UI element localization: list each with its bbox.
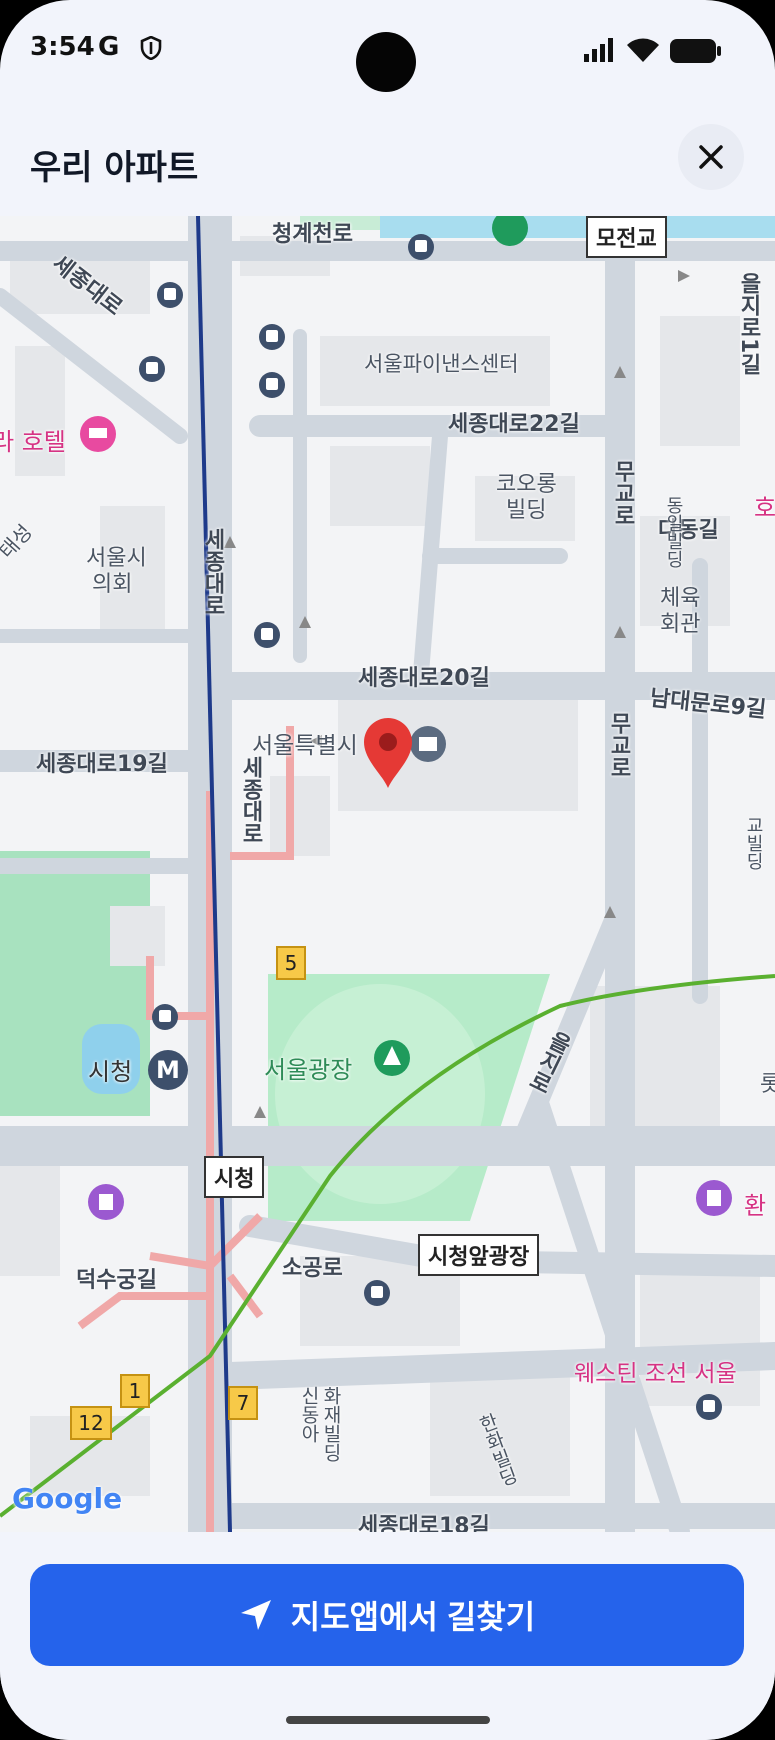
location-pin-icon	[364, 718, 412, 788]
government-pin-icon	[410, 726, 446, 762]
bus-stop-icon	[696, 1394, 722, 1420]
park-pin-icon	[492, 216, 528, 246]
map-label: 롯	[760, 1072, 775, 1097]
map-label: 서울특별시	[252, 733, 358, 759]
map-label: 을지로1길	[736, 272, 761, 376]
page-title: 우리 아파트	[30, 148, 199, 188]
directions-button[interactable]: 지도앱에서 길찾기	[30, 1564, 744, 1666]
svg-text:M: M	[156, 1056, 180, 1084]
home-indicator	[286, 1716, 490, 1724]
stream	[380, 216, 775, 238]
landmark-pin-icon	[88, 1184, 124, 1220]
map-label: 덕수궁길	[76, 1268, 157, 1293]
close-button[interactable]	[678, 124, 744, 190]
bus-stop-icon	[408, 234, 434, 260]
map-label: 회관	[660, 612, 701, 637]
map-label: 청계천로	[272, 222, 353, 247]
directions-button-label: 지도앱에서 길찾기	[290, 1599, 536, 1635]
bus-stop-icon	[152, 1004, 178, 1030]
google-logo: Google	[12, 1482, 123, 1515]
phone-screen: 3:54 G 우리 아파트 M 청계천로 모전교 세종대로 서울파이낸스센터 세…	[0, 0, 775, 1740]
map-label: 환	[744, 1192, 767, 1220]
map-label: 세종대로18길	[358, 1514, 490, 1532]
hotel-pin-icon	[80, 416, 116, 452]
exit-number-badge: 5	[276, 946, 306, 980]
landmark-pin-icon	[696, 1180, 732, 1216]
map-label: 웨스틴 조선 서울	[574, 1361, 737, 1387]
map-label: 세종대로19길	[36, 752, 168, 777]
map-label: 세종대로22길	[448, 412, 580, 437]
map-box-label: 시청	[204, 1156, 265, 1198]
park-pin-icon	[374, 1040, 410, 1076]
map-label: 호	[754, 494, 775, 522]
map-label: 세종대로	[200, 528, 225, 616]
wifi-icon	[627, 38, 659, 62]
bus-stop-icon	[254, 622, 280, 648]
map-label: 화재빌딩	[320, 1386, 342, 1462]
map-label: 서울광장	[264, 1056, 353, 1084]
map-view[interactable]: M 청계천로 모전교 세종대로 서울파이낸스센터 세종대로22길 라 호텔 코오…	[0, 216, 775, 1532]
map-box-label: 모전교	[586, 216, 667, 258]
bottom-bar: 지도앱에서 길찾기	[0, 1532, 775, 1740]
map-label: 무교로	[606, 712, 631, 778]
map-label: 의회	[92, 572, 133, 597]
metro-station-icon: M	[148, 1050, 188, 1090]
bus-stop-icon	[139, 356, 165, 382]
map-label: 서울파이낸스센터	[364, 352, 519, 376]
signal-icon	[584, 38, 613, 62]
bus-stop-icon	[259, 372, 285, 398]
navigation-arrow-icon	[240, 1600, 271, 1630]
map-label: 빌딩	[506, 498, 547, 523]
shield-icon	[140, 36, 162, 60]
map-label: 시청	[88, 1058, 133, 1086]
header: 우리 아파트	[0, 104, 775, 216]
map-box-label: 시청앞광장	[418, 1234, 540, 1276]
map-label: 세종대로	[238, 756, 263, 844]
map-label: 라 호텔	[0, 428, 66, 456]
exit-number-badge: 7	[228, 1386, 258, 1420]
camera-cutout	[356, 32, 416, 92]
exit-number-badge: 12	[70, 1406, 112, 1440]
close-icon	[699, 145, 723, 169]
map-label: 세종대로20길	[358, 666, 490, 691]
bus-stop-icon	[259, 324, 285, 350]
battery-icon	[670, 39, 721, 63]
bus-stop-icon	[364, 1280, 390, 1306]
google-g-icon: G	[98, 32, 120, 62]
exit-number-badge: 1	[120, 1374, 150, 1408]
status-time: 3:54	[30, 32, 95, 62]
map-label: 소공로	[282, 1256, 343, 1281]
bus-stop-icon	[157, 282, 183, 308]
status-bar: 3:54 G	[0, 0, 775, 104]
map-label: 교빌딩	[743, 816, 764, 870]
map-label: 동일빌딩	[663, 496, 684, 568]
map-label: 무교로	[610, 460, 635, 526]
